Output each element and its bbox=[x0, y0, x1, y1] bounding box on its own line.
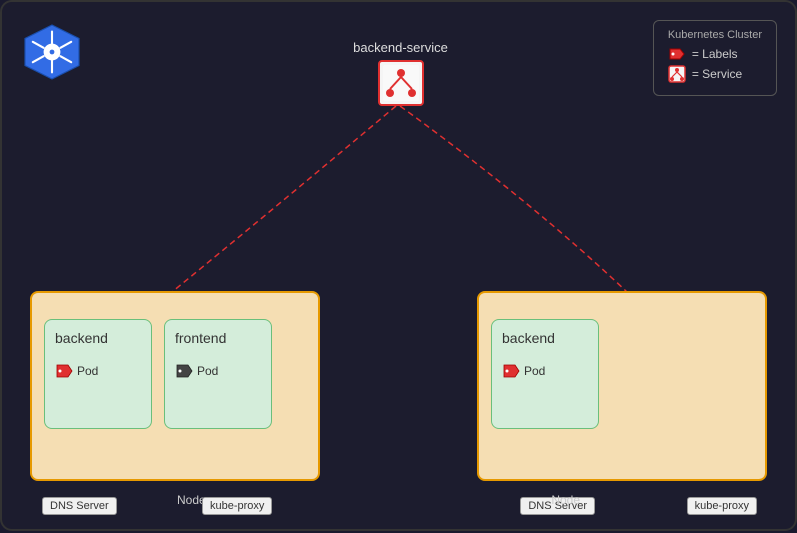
main-container: Kubernetes Cluster = Labels = Service ba bbox=[0, 0, 797, 531]
service-diagram-icon bbox=[383, 65, 419, 101]
legend: Kubernetes Cluster = Labels = Service bbox=[653, 20, 777, 96]
proxy-badge-left: kube-proxy bbox=[202, 497, 272, 515]
pod-footer-backend-right: Pod bbox=[502, 364, 545, 378]
pod-tag-icon-backend-right bbox=[502, 364, 520, 378]
pod-tag-icon-frontend-left bbox=[175, 364, 193, 378]
pod-label-backend-left: Pod bbox=[77, 364, 98, 378]
pods-row-right: backend Pod bbox=[491, 319, 753, 429]
service-name-label: backend-service bbox=[353, 40, 448, 55]
pod-footer-frontend-left: Pod bbox=[175, 364, 218, 378]
legend-item-service: = Service bbox=[668, 65, 762, 83]
proxy-badge-right: kube-proxy bbox=[687, 497, 757, 515]
pod-footer-backend-left: Pod bbox=[55, 364, 98, 378]
pod-backend-right: backend Pod bbox=[491, 319, 599, 429]
pod-label-frontend-left: Pod bbox=[197, 364, 218, 378]
pod-label-backend-right: Pod bbox=[524, 364, 545, 378]
dns-badge-left: DNS Server bbox=[42, 497, 117, 515]
service-icon bbox=[378, 60, 424, 106]
pod-name-backend-left: backend bbox=[55, 330, 108, 346]
node-left: backend Pod frontend Pod bbox=[30, 291, 320, 481]
node-right: backend Pod bbox=[477, 291, 767, 481]
pod-tag-icon-backend-left bbox=[55, 364, 73, 378]
pods-row-left: backend Pod frontend Pod bbox=[44, 319, 306, 429]
service-legend-icon bbox=[668, 65, 686, 83]
node-label-right: Node bbox=[551, 493, 580, 507]
pod-backend-left: backend Pod bbox=[44, 319, 152, 429]
pod-name-backend-right: backend bbox=[502, 330, 555, 346]
pod-name-frontend-left: frontend bbox=[175, 330, 226, 346]
service-label-container: backend-service bbox=[2, 40, 797, 55]
pod-frontend-left: frontend Pod bbox=[164, 319, 272, 429]
legend-service-text: = Service bbox=[692, 67, 742, 81]
